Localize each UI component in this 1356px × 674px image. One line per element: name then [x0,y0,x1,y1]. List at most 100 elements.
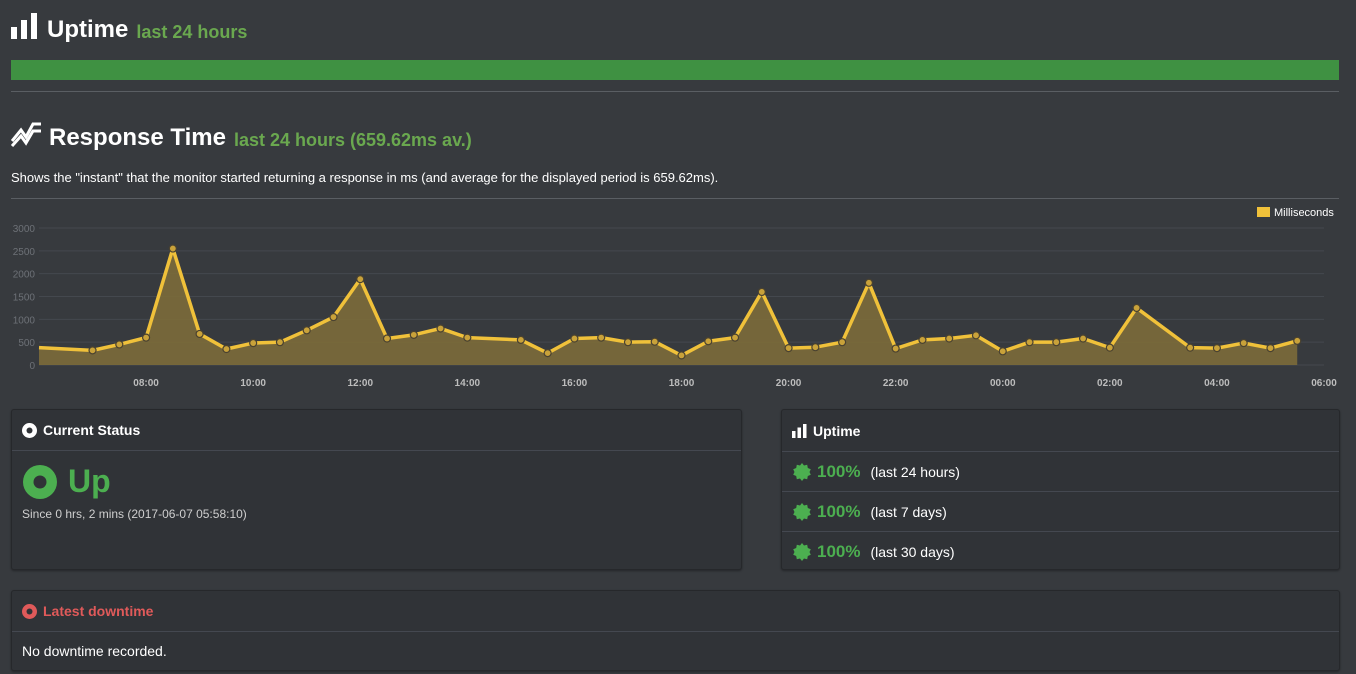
data-point[interactable] [1078,334,1088,343]
status-circle-icon [22,464,58,500]
data-point[interactable] [249,338,258,348]
y-tick-label: 2000 [13,270,36,281]
badge-check-icon [793,502,811,521]
downtime-text: No downtime recorded. [22,643,167,659]
data-point[interactable] [356,275,365,284]
data-point[interactable] [650,337,659,346]
uptime-percent: 100% [817,541,861,561]
bar-chart-icon [11,13,39,44]
legend-label: Milliseconds [1274,207,1334,219]
current-status-heading: Current Status [43,422,141,438]
response-subtitle: last 24 hours (659.62ms av.) [233,130,472,150]
data-point[interactable] [409,330,418,339]
uptime-title: Uptime [47,16,129,43]
data-point[interactable] [570,334,579,343]
series-line [38,246,1298,358]
y-tick-label: 500 [18,338,35,349]
response-title: Response Time [49,124,226,151]
uptime-period: (last 30 days) [870,543,955,560]
data-point[interactable] [275,338,285,347]
x-tick-label: 18:00 [669,378,695,389]
data-point[interactable] [329,312,338,322]
y-tick-label: 1500 [13,293,36,304]
current-status-panel: Current Status Up Since 0 hrs, 2 mins (2… [11,409,742,570]
data-point[interactable] [623,338,633,347]
data-point[interactable] [1293,336,1302,345]
uptime-section-header: Uptime last 24 hours [11,13,248,44]
data-point[interactable] [1266,344,1275,353]
divider [11,198,1339,199]
chart-legend[interactable]: Milliseconds [1257,207,1334,219]
y-tick-label: 0 [29,361,35,372]
x-tick-label: 10:00 [240,378,266,389]
data-point[interactable] [971,331,981,340]
latest-downtime-header: Latest downtime [12,591,1339,632]
uptime-row: 100% (last 7 days) [782,492,1339,532]
uptime-subtitle: last 24 hours [136,22,248,42]
data-point[interactable] [222,344,231,354]
x-tick-label: 20:00 [776,378,802,389]
data-point[interactable] [1239,338,1248,348]
divider [11,91,1339,92]
data-point[interactable] [88,346,97,355]
data-point[interactable] [891,344,900,353]
response-description: Shows the "instant" that the monitor sta… [11,170,719,185]
x-tick-label: 04:00 [1204,378,1230,389]
x-tick-label: 00:00 [990,378,1016,389]
data-point[interactable] [141,333,151,342]
data-point[interactable] [784,344,793,353]
status-since: Since 0 hrs, 2 mins (2017-06-07 05:58:10… [22,507,247,521]
x-tick-label: 06:00 [1311,378,1337,389]
data-point[interactable] [115,340,124,349]
data-point[interactable] [811,343,820,352]
y-tick-label: 3000 [13,224,36,235]
latest-downtime-heading: Latest downtime [43,603,154,619]
x-tick-label: 16:00 [562,378,588,389]
badge-check-icon [793,462,811,481]
data-point[interactable] [516,335,525,344]
dot-circle-icon [22,422,37,438]
data-point[interactable] [1132,303,1141,313]
uptime-row: 100% (last 24 hours) [782,452,1339,492]
data-point[interactable] [543,349,552,358]
data-point[interactable] [302,326,311,335]
data-point[interactable] [1025,338,1034,347]
response-section-header: Response Time last 24 hours (659.62ms av… [10,120,472,152]
response-chart[interactable]: 08:00 10:00 12:00 14:00 16:00 18:00 20:00 22:00… [0,200,1356,400]
data-point[interactable] [730,333,740,342]
dot-circle-icon [22,603,37,619]
badge-check-icon [793,542,811,561]
x-tick-label: 22:00 [883,378,909,389]
data-point[interactable] [838,338,847,347]
x-tick-label: 12:00 [347,378,373,389]
bar-chart-icon [792,423,807,438]
data-point[interactable] [918,335,927,344]
data-point[interactable] [168,244,177,253]
data-point[interactable] [704,337,713,346]
data-point[interactable] [195,329,204,339]
data-point[interactable] [1052,338,1061,347]
x-tick-label: 14:00 [455,378,481,389]
data-point[interactable] [677,351,686,360]
data-point[interactable] [382,334,392,343]
uptime-panel: Uptime 100% (last 24 hours) 100% (last 7… [781,409,1340,570]
data-point[interactable] [998,347,1007,356]
status-text: Up [68,463,111,499]
legend-swatch [1257,207,1270,217]
data-point[interactable] [864,278,873,287]
data-point[interactable] [1212,344,1222,353]
x-tick-label: 08:00 [133,378,159,389]
data-point[interactable] [1186,343,1195,352]
data-point[interactable] [945,334,954,343]
uptime-percent: 100% [817,461,861,481]
data-point[interactable] [463,333,472,342]
data-point[interactable] [597,333,606,342]
uptime-period: (last 24 hours) [870,463,960,480]
uptime-row: 100% (last 30 days) [782,532,1339,571]
data-point[interactable] [757,287,766,297]
x-tick-label: 02:00 [1097,378,1123,389]
uptime-panel-heading: Uptime [813,422,861,439]
uptime-bar-track [11,60,1339,80]
data-point[interactable] [436,324,445,333]
data-point[interactable] [1105,343,1114,352]
